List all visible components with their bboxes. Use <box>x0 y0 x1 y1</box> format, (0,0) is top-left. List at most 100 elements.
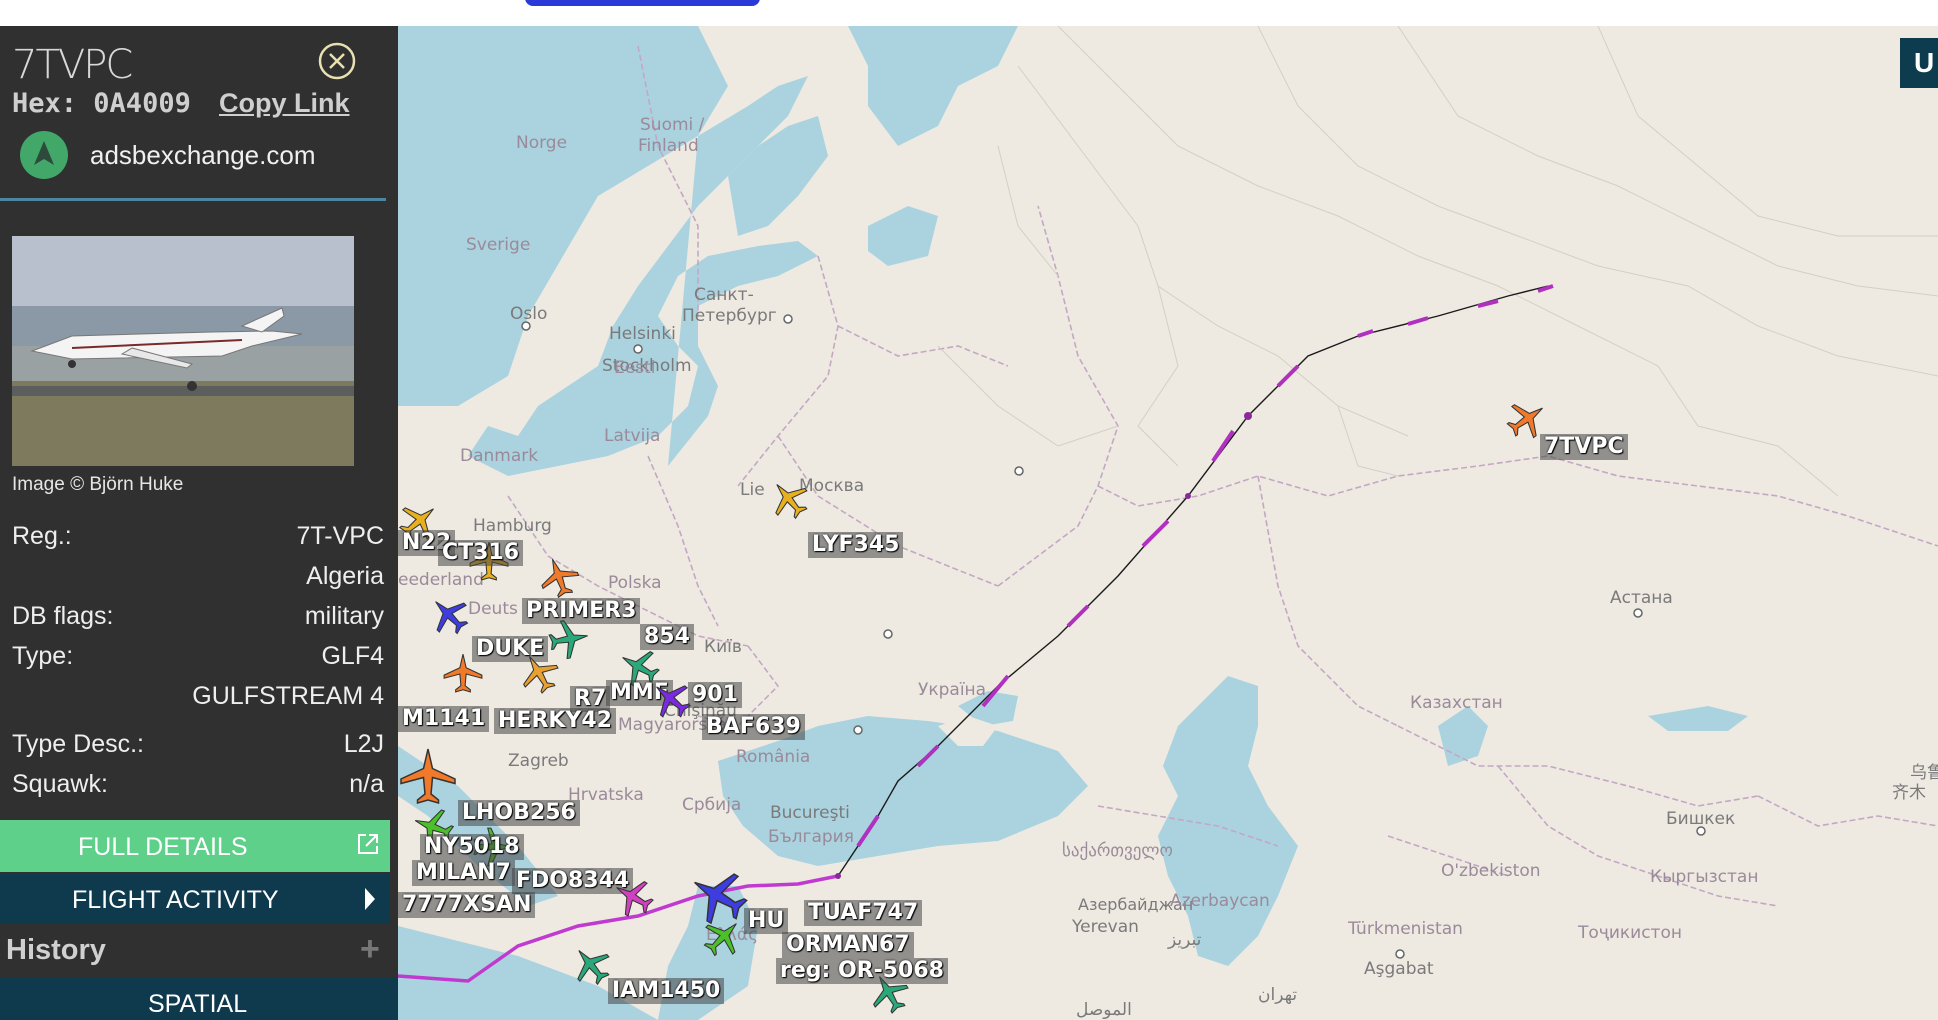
aircraft-label[interactable]: MILAN7 <box>412 860 515 886</box>
full-details-button[interactable]: FULL DETAILS <box>0 820 390 872</box>
field-row: Squawk: n/a <box>12 770 384 806</box>
place-label: Bucureşti <box>770 803 850 823</box>
field-row: Algeria <box>12 562 384 598</box>
field-value: L2J <box>343 730 384 758</box>
aircraft-marker[interactable] <box>442 652 484 694</box>
map-corner-button[interactable]: U <box>1900 38 1938 88</box>
spatial-button[interactable]: SPATIAL <box>0 978 398 1020</box>
aircraft-label[interactable]: 7TVPC <box>1540 434 1628 460</box>
external-link-icon <box>358 834 378 854</box>
field-row: Reg.: 7T-VPC <box>12 522 384 558</box>
field-label: Type: <box>12 642 74 670</box>
place-label: Finland <box>638 136 699 156</box>
place-label: Србија <box>682 795 742 815</box>
map-view[interactable]: Norge Suomi / Finland Sverige Oslo Санкт… <box>398 26 1938 1020</box>
aircraft-info-panel: 7TVPC Hex: 0A4009 Copy Link adsbexchange… <box>0 26 398 1020</box>
place-label: Oslo <box>510 304 548 324</box>
aircraft-label[interactable]: 901 <box>688 682 742 708</box>
place-label: الموصل <box>1076 1000 1132 1020</box>
aircraft-marker[interactable] <box>570 944 612 986</box>
place-label: Бишкек <box>1666 809 1736 829</box>
aircraft-label[interactable]: 7777XSAN <box>398 892 536 918</box>
expand-plus-icon[interactable]: + <box>360 930 380 969</box>
place-label: Eesti <box>614 358 656 378</box>
place-label: საქართველო <box>1062 841 1173 861</box>
place-label: 乌鲁 <box>1910 763 1938 783</box>
place-label: Zagreb <box>508 751 569 771</box>
full-details-label: FULL DETAILS <box>78 833 248 861</box>
hex-label: Hex: <box>12 88 78 119</box>
flight-activity-button[interactable]: FLIGHT ACTIVITY <box>0 874 390 924</box>
aircraft-marker[interactable] <box>650 678 692 720</box>
aircraft-label[interactable]: HU <box>744 908 789 934</box>
aircraft-marker[interactable] <box>702 916 744 958</box>
copy-link[interactable]: Copy Link <box>219 88 350 119</box>
flight-activity-label: FLIGHT ACTIVITY <box>72 886 279 914</box>
place-label: Lie <box>740 480 765 500</box>
aircraft-label[interactable]: IAM1450 <box>608 978 725 1004</box>
field-row: GULFSTREAM 4 <box>12 682 384 718</box>
aircraft-marker[interactable] <box>612 876 654 918</box>
place-label: Aşgabat <box>1364 959 1434 979</box>
place-label: Latvija <box>604 426 661 446</box>
aircraft-label[interactable]: BAF639 <box>702 714 805 740</box>
place-label: Danmark <box>460 446 539 466</box>
field-label: DB flags: <box>12 602 114 630</box>
caspian-sea <box>1158 676 1298 966</box>
hex-row: Hex: 0A4009 <box>12 88 191 119</box>
place-label: Тоҷикистон <box>1578 923 1682 943</box>
aircraft-marker[interactable] <box>538 556 580 598</box>
caret-right-icon <box>365 888 375 910</box>
aircraft-label[interactable]: LHOB256 <box>458 800 580 826</box>
place-label: Helsinki <box>609 324 676 344</box>
field-row: Type: GLF4 <box>12 642 384 678</box>
aircraft-label[interactable]: TUAF747 <box>804 900 923 926</box>
field-row: Type Desc.: L2J <box>12 730 384 766</box>
aircraft-marker[interactable] <box>768 478 810 520</box>
place-label: Київ <box>704 637 742 657</box>
field-value: 7T-VPC <box>296 522 384 550</box>
place-label: Петербург <box>682 306 777 326</box>
top-tab-indicator[interactable] <box>525 0 760 6</box>
place-label: Deuts <box>468 599 518 619</box>
aircraft-label[interactable]: M1141 <box>398 706 490 732</box>
history-section-header[interactable]: History + <box>0 926 390 976</box>
place-label: България <box>768 827 854 847</box>
history-label: History <box>6 934 106 966</box>
place-label: Türkmenistan <box>1348 919 1463 939</box>
lake-ladoga <box>868 206 938 266</box>
hex-value: 0A4009 <box>93 88 191 119</box>
top-bar <box>0 0 1938 26</box>
field-value: n/a <box>349 770 384 798</box>
field-value: Algeria <box>306 562 384 590</box>
lake-balkhash <box>1648 706 1748 731</box>
field-row: DB flags: military <box>12 602 384 638</box>
place-label: România <box>736 747 811 767</box>
aircraft-marker[interactable] <box>428 594 470 636</box>
aircraft-marker[interactable] <box>398 746 458 806</box>
aircraft-label[interactable]: CT316 <box>438 540 524 566</box>
source-name[interactable]: adsbexchange.com <box>90 140 315 171</box>
field-label: Squawk: <box>12 770 108 798</box>
region-boundaries <box>937 26 1938 497</box>
aircraft-callsign: 7TVPC <box>12 42 133 88</box>
field-value: GULFSTREAM 4 <box>192 682 384 710</box>
place-label: Кыргызстан <box>1650 867 1759 887</box>
aircraft-label[interactable]: HERKY42 <box>494 708 616 734</box>
white-sea <box>848 26 1018 146</box>
aircraft-photo[interactable] <box>12 236 354 466</box>
field-label: Type Desc.: <box>12 730 144 758</box>
place-label: 齐木 <box>1892 783 1926 803</box>
aircraft-marker[interactable] <box>518 652 560 694</box>
field-value: GLF4 <box>321 642 384 670</box>
aircraft-label[interactable]: NY5018 <box>420 834 524 860</box>
place-label: Norge <box>516 133 568 153</box>
aircraft-label[interactable]: LYF345 <box>808 532 904 558</box>
adsbexchange-logo-icon <box>20 131 68 179</box>
close-icon[interactable] <box>318 42 356 80</box>
place-label: تبریز <box>1168 930 1202 950</box>
aircraft-label[interactable]: reg: OR-5068 <box>776 958 948 984</box>
place-label: Azerbaycan <box>1170 891 1270 911</box>
aircraft-label[interactable]: ORMAN67 <box>782 932 914 958</box>
place-label: Hamburg <box>473 516 552 536</box>
